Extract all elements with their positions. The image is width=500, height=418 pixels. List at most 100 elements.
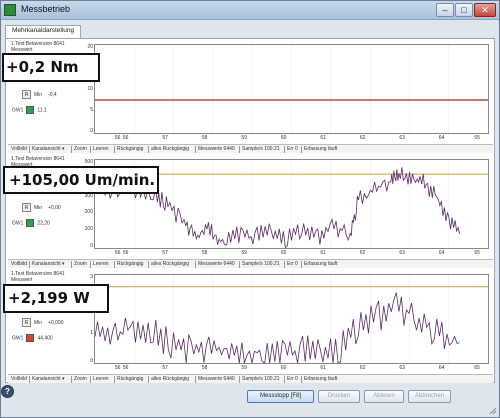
maximize-button[interactable]: □: [455, 3, 473, 17]
x-tick-label: 60: [280, 365, 287, 371]
x-tick-label: 60: [280, 135, 287, 141]
min-label: Min: [34, 204, 43, 211]
x-tick-label: 59: [241, 250, 247, 256]
x-tick-label: 59: [241, 365, 247, 371]
toolbar-divider: [71, 376, 72, 383]
x-tick-label: 58: [201, 135, 208, 141]
toolbar-divider: [114, 261, 115, 268]
tab-mehrkanaldarstellung[interactable]: Mehrkanaldarstellung: [5, 25, 82, 39]
toolbar-divider: [284, 146, 285, 153]
power-readout: +2,199 W: [3, 284, 109, 313]
limit-value: 22,20: [37, 220, 50, 227]
toolbar-divider: [71, 146, 72, 153]
limit-row: GW1 22,20: [12, 219, 50, 227]
limit-color-swatch[interactable]: [26, 334, 35, 342]
toolbar-alles-rueckgaengig[interactable]: alles Rückgängig: [151, 261, 189, 267]
x-axis: 56 56 57 58 59 60 61 62 63 64 65: [94, 135, 489, 143]
min-value: +0,00: [48, 204, 61, 211]
toolbar-rueckgaengig[interactable]: Rückgängig: [117, 146, 143, 152]
close-button[interactable]: ✕: [474, 3, 496, 17]
x-tick-label: 57: [162, 135, 168, 141]
application-window: Messbetrieb – □ ✕ Mehrkanaldarstellung 1…: [0, 0, 500, 418]
limit-color-swatch[interactable]: [26, 219, 35, 227]
toolbar-vollbild[interactable]: Vollbild: [11, 261, 27, 267]
toolbar-zoom[interactable]: Zoom: [74, 376, 87, 382]
read-button[interactable]: Ablesen: [364, 390, 404, 403]
speed-readout: +105,00 Um/min.: [3, 166, 159, 194]
x-tick-label: 64: [438, 135, 445, 141]
x-tick-label: 58: [201, 365, 208, 371]
plot-area[interactable]: [94, 274, 489, 364]
panel-toolbar: Vollbild Kanalansicht ▾ Zoom Leeren Rückgäng…: [8, 259, 493, 268]
title-bar[interactable]: Messbetrieb – □ ✕: [1, 1, 499, 20]
toolbar-messwerte: Messwerte 6440: [198, 146, 235, 152]
help-icon[interactable]: ?: [1, 385, 14, 398]
min-label: Min: [34, 319, 43, 326]
x-tick-label: 61: [320, 365, 326, 371]
toolbar-leeren[interactable]: Leeren: [93, 261, 109, 267]
x-tick-label: 61: [320, 250, 326, 256]
x-tick-label: 63: [399, 365, 405, 371]
x-tick-label: 58: [201, 250, 208, 256]
x-tick-label: 56: [114, 135, 121, 141]
x-tick-label: 61: [320, 135, 326, 141]
x-axis: 56 56 57 58 59 60 61 62 63 64 65: [94, 365, 489, 373]
resize-grip-icon[interactable]: [489, 407, 497, 415]
toolbar-kanalansicht[interactable]: Kanalansicht ▾: [32, 376, 65, 382]
app-icon: [4, 4, 16, 16]
reset-min-button[interactable]: R: [22, 318, 31, 327]
toolbar-leeren[interactable]: Leeren: [93, 376, 109, 382]
limit-color-swatch[interactable]: [26, 106, 35, 114]
toolbar-rueckgaengig[interactable]: Rückgängig: [117, 376, 143, 382]
x-tick-label: 65: [474, 250, 480, 256]
x-tick-label: 62: [359, 365, 366, 371]
toolbar-vollbild[interactable]: Vollbild: [11, 146, 27, 152]
cancel-button[interactable]: Abbrechen: [408, 390, 451, 403]
measure-stop-button[interactable]: Messstopp [F8]: [247, 390, 314, 403]
toolbar-divider: [301, 376, 302, 383]
y-tick-label: 5: [90, 107, 93, 113]
toolbar-vollbild[interactable]: Vollbild: [11, 376, 27, 382]
reset-min-button[interactable]: R: [22, 203, 31, 212]
x-tick-label: 57: [162, 365, 168, 371]
toolbar-erfassung: Erfassung läuft: [304, 376, 338, 382]
toolbar-zoom[interactable]: Zoom: [74, 146, 87, 152]
y-tick-label: 1: [90, 330, 93, 336]
print-button[interactable]: Drucken: [318, 390, 360, 403]
toolbar-leeren[interactable]: Leeren: [93, 146, 109, 152]
x-tick-label: 64: [438, 365, 445, 371]
toolbar-erfassung: Erfassung läuft: [304, 146, 338, 152]
minimize-button[interactable]: –: [436, 3, 454, 17]
toolbar-divider: [195, 146, 196, 153]
toolbar-samples: Sample/s 100.21: [242, 261, 280, 267]
limit-row: GW1 44,400: [12, 334, 53, 342]
y-tick-label: 500: [84, 159, 93, 165]
toolbar-divider: [71, 261, 72, 268]
toolbar-err: Err 0: [287, 376, 298, 382]
toolbar-kanalansicht[interactable]: Kanalansicht ▾: [32, 261, 65, 267]
toolbar-zoom[interactable]: Zoom: [74, 261, 87, 267]
toolbar-divider: [284, 261, 285, 268]
toolbar-alles-rueckgaengig[interactable]: alles Rückgängig: [151, 146, 189, 152]
x-tick-label: 63: [399, 250, 405, 256]
toolbar-alles-rueckgaengig[interactable]: alles Rückgängig: [151, 376, 189, 382]
x-tick-label: 56: [122, 365, 129, 371]
x-tick-label: 56: [114, 250, 121, 256]
toolbar-divider: [114, 376, 115, 383]
toolbar-rueckgaengig[interactable]: Rückgängig: [117, 261, 143, 267]
footer-bar: Messstopp [F8] Drucken Ablesen Abbrechen…: [1, 385, 499, 417]
chart-canvas: [95, 45, 488, 133]
panel-header: 1.Test Betaversion 8641 Messwert: [11, 271, 65, 283]
torque-readout: +0,2 Nm: [2, 53, 100, 82]
min-row: R Min +0,000: [22, 318, 64, 327]
toolbar-divider: [239, 376, 240, 383]
panel-toolbar: Vollbild Kanalansicht ▾ Zoom Leeren Rückgäng…: [8, 144, 493, 153]
x-tick-label: 63: [399, 135, 405, 141]
plot-area[interactable]: [94, 44, 489, 134]
toolbar-divider: [301, 146, 302, 153]
reset-min-button[interactable]: R: [22, 90, 31, 99]
toolbar-divider: [301, 261, 302, 268]
toolbar-kanalansicht[interactable]: Kanalansicht ▾: [32, 146, 65, 152]
toolbar-messwerte: Messwerte 6440: [198, 376, 235, 382]
limit-value: 11,1: [37, 107, 47, 114]
